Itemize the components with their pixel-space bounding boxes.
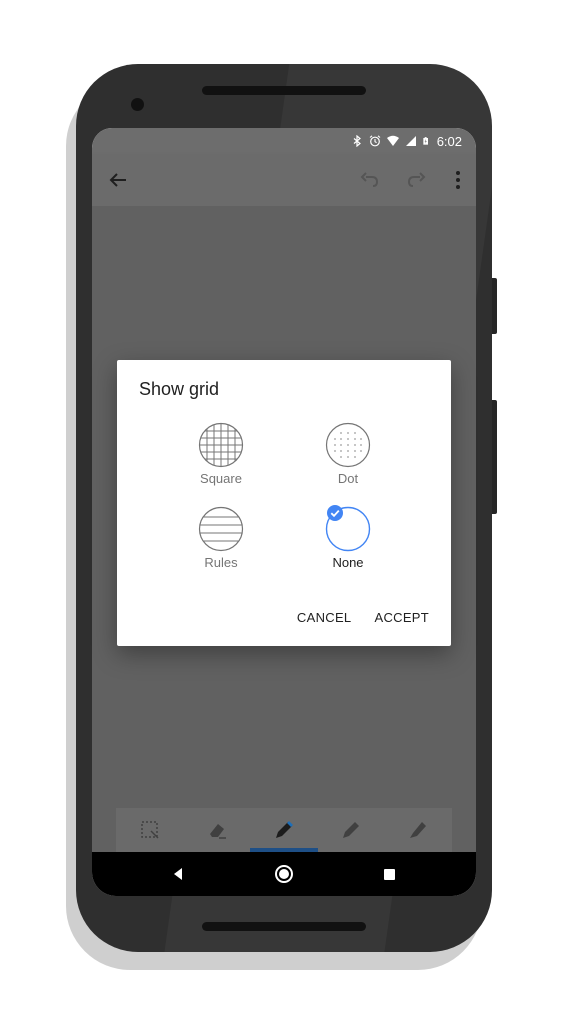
accept-button[interactable]: ACCEPT	[374, 610, 429, 625]
alarm-icon	[369, 135, 381, 147]
back-arrow-icon[interactable]	[106, 168, 130, 192]
grid-option-none[interactable]: None	[303, 505, 393, 577]
grid-option-dot[interactable]: Dot	[303, 421, 393, 493]
grid-option-label: None	[332, 555, 364, 570]
rules-grid-icon	[198, 506, 244, 552]
front-camera	[131, 98, 144, 111]
dot-grid-icon	[325, 422, 371, 468]
top-speaker	[202, 86, 366, 95]
show-grid-dialog: Show grid Square Dot Rules None CANCEL A…	[117, 360, 451, 646]
navigation-bar	[92, 852, 476, 896]
undo-icon[interactable]	[358, 168, 382, 192]
app-bar	[92, 154, 476, 206]
bottom-speaker	[202, 922, 366, 931]
square-grid-icon	[198, 422, 244, 468]
dialog-actions: CANCEL ACCEPT	[297, 610, 429, 625]
nav-back-icon[interactable]	[170, 866, 186, 882]
grid-option-label: Square	[200, 471, 242, 486]
dialog-title: Show grid	[139, 379, 220, 399]
status-bar: 6:02	[92, 128, 476, 154]
grid-option-label: Dot	[337, 471, 359, 486]
nav-home-icon[interactable]	[275, 865, 293, 883]
grid-option-rules[interactable]: Rules	[176, 505, 266, 577]
signal-icon	[405, 136, 416, 146]
eraser-icon[interactable]	[206, 819, 228, 841]
redo-icon[interactable]	[404, 168, 428, 192]
bluetooth-icon	[353, 135, 361, 147]
battery-charging-icon	[423, 137, 428, 145]
more-vert-icon[interactable]	[446, 168, 470, 192]
pen-icon[interactable]	[273, 819, 295, 841]
grid-option-label: Rules	[204, 555, 238, 570]
cancel-button[interactable]: CANCEL	[297, 610, 352, 625]
selection-tool-icon[interactable]	[139, 819, 161, 841]
tool-palette	[116, 808, 452, 852]
nav-recents-icon[interactable]	[384, 869, 395, 880]
marker-icon[interactable]	[340, 819, 362, 841]
selected-check-icon	[327, 505, 343, 521]
grid-option-square[interactable]: Square	[176, 421, 266, 493]
highlighter-icon[interactable]	[407, 819, 429, 841]
wifi-icon	[386, 135, 399, 146]
status-time: 6:02	[436, 133, 462, 149]
